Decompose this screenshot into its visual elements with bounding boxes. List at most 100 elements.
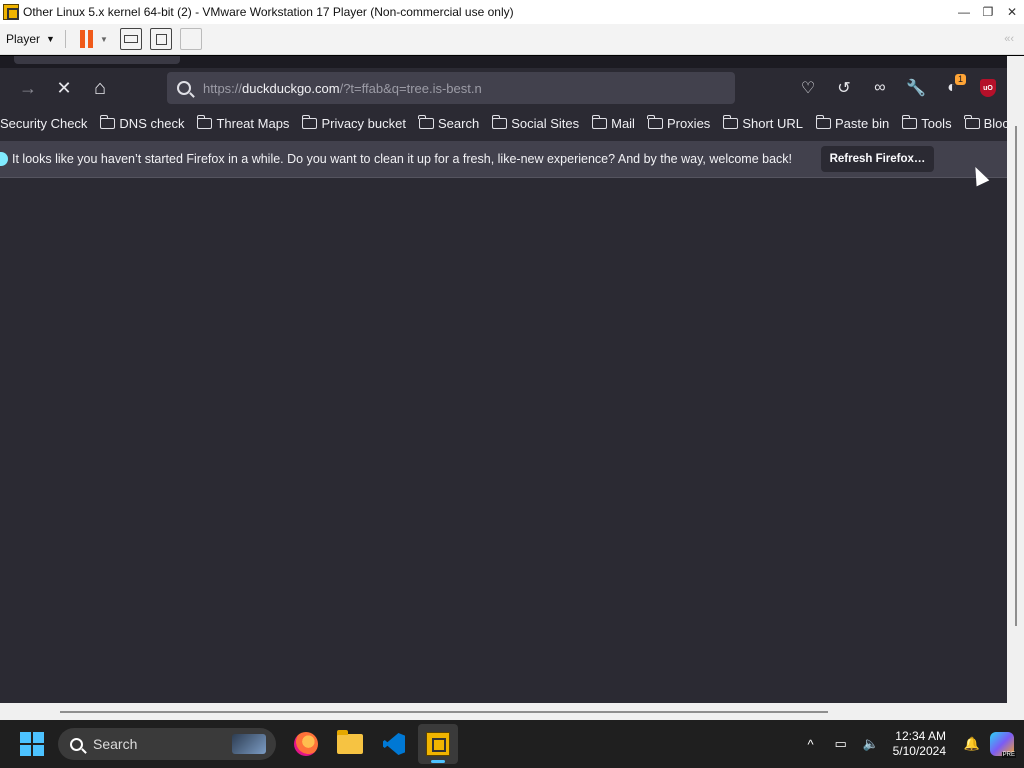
clock-time: 12:34 AM	[895, 729, 946, 743]
stop-button[interactable]: ✕	[48, 72, 80, 104]
info-icon	[0, 152, 8, 166]
bookmark-label: Blockchain	[983, 115, 1007, 131]
restore-button[interactable]: ❐	[976, 0, 1000, 24]
taskbar-search[interactable]: Search	[58, 728, 276, 760]
taskbar-firefox[interactable]	[286, 724, 326, 764]
bookmark-folder-social-sites[interactable]: Social Sites	[491, 114, 580, 131]
close-button[interactable]: ✕	[1000, 0, 1024, 24]
show-hidden-icons-chevron-icon[interactable]: ^	[797, 730, 825, 758]
display-icon[interactable]: ▭	[827, 730, 855, 758]
collapse-toolbar-icon[interactable]: «‹	[1004, 33, 1014, 45]
search-highlight-icon	[232, 734, 266, 754]
home-button[interactable]: ⌂	[84, 72, 116, 104]
folder-icon	[815, 114, 832, 129]
bookmark-label: Security Check	[0, 115, 88, 131]
taskbar-vmware[interactable]	[418, 724, 458, 764]
bookmark-folder-blockchain[interactable]: Blockchain	[964, 114, 1007, 131]
notification-message: It looks like you haven’t started Firefo…	[12, 152, 793, 166]
pause-icon[interactable]	[79, 30, 96, 48]
full-screen-icon[interactable]	[149, 28, 172, 50]
bookmark-label: Tools	[921, 115, 952, 131]
vmware-toolbar: Player ▼ ▼ «‹	[0, 24, 1024, 55]
toolbar-divider	[64, 30, 66, 48]
minimize-button[interactable]: —	[952, 0, 976, 24]
taskbar-vscode[interactable]	[374, 724, 414, 764]
horizontal-scrollbar[interactable]	[0, 703, 1007, 720]
power-options-chevron-icon[interactable]: ▼	[100, 35, 108, 44]
bookmark-label: Mail	[611, 115, 635, 131]
bookmark-label: Paste bin	[835, 115, 890, 131]
forward-button[interactable]: →	[12, 72, 44, 104]
vertical-scrollbar-thumb[interactable]	[1015, 126, 1017, 626]
bookmark-label: Social Sites	[511, 115, 580, 131]
toolbar-extensions: ♡ ↺ ∞ 🔧 ◐ 1 uO	[790, 68, 1006, 108]
horizontal-scrollbar-thumb[interactable]	[60, 711, 828, 713]
taskbar-file-explorer[interactable]	[330, 724, 370, 764]
folder-icon	[901, 114, 918, 129]
bookmark-folder-mail[interactable]: Mail	[591, 114, 635, 131]
vmware-titlebar: Other Linux 5.x kernel 64-bit (2) - VMwa…	[0, 0, 1024, 24]
pocket-icon[interactable]: ♡	[790, 72, 826, 104]
taskbar-search-label: Search	[93, 736, 138, 752]
vm-guest-display[interactable]: → ✕ ⌂ https://duckduckgo.com/?t=ffab&q=t…	[0, 56, 1024, 720]
history-icon[interactable]: ↺	[826, 72, 862, 104]
copilot-icon[interactable]: PRE	[990, 732, 1016, 758]
clock-date: 5/10/2024	[892, 744, 946, 758]
taskbar-clock[interactable]: 12:34 AM 5/10/2024	[893, 729, 946, 759]
private-browsing-icon[interactable]: ∞	[862, 72, 898, 104]
firefox-icon	[294, 732, 318, 756]
system-tray: ^ ▭ 🔈 12:34 AM 5/10/2024 🔔 PRE	[795, 720, 1024, 768]
bookmark-folder-tools[interactable]: Tools	[901, 114, 952, 131]
bookmark-label: Threat Maps	[216, 115, 290, 131]
tools-icon[interactable]: 🔧	[898, 72, 934, 104]
folder-icon	[418, 114, 434, 129]
bookmark-folder-dns-check[interactable]: DNS check	[99, 114, 185, 131]
browser-tab[interactable]	[14, 56, 180, 64]
tab-strip	[0, 56, 1007, 68]
ublock-origin-button[interactable]: uO	[970, 72, 1006, 104]
bookmark-security-check[interactable]: Security Check	[0, 116, 87, 131]
windows-taskbar: Search ^ ▭ 🔈 12:34 AM 5/10/2024 🔔 PRE	[0, 720, 1024, 768]
page-content[interactable]	[0, 179, 1007, 703]
window-title: Other Linux 5.x kernel 64-bit (2) - VMwa…	[23, 5, 514, 19]
vertical-scrollbar[interactable]	[1007, 56, 1024, 720]
bookmark-folder-search[interactable]: Search	[418, 114, 480, 131]
url-path: /?t=ffab&q=tree.is-best.n	[339, 80, 482, 96]
bookmark-label: DNS check	[119, 115, 185, 131]
extension-icon[interactable]: ◐ 1	[934, 72, 970, 104]
player-menu-label: Player	[6, 32, 41, 46]
vmware-icon	[426, 732, 450, 756]
chevron-down-icon: ▼	[46, 34, 55, 44]
url-scheme: https://	[203, 80, 243, 96]
file-explorer-icon	[337, 730, 363, 754]
vscode-icon	[383, 733, 405, 755]
bookmarks-toolbar: Security Check DNS check Threat Maps Pri…	[0, 110, 1007, 136]
search-icon	[177, 81, 191, 95]
bookmark-label: Short URL	[742, 115, 804, 131]
bookmark-label: Search	[437, 115, 480, 131]
removable-devices-icon[interactable]	[119, 28, 142, 50]
bookmark-folder-proxies[interactable]: Proxies	[647, 114, 711, 131]
start-button[interactable]	[12, 724, 52, 764]
folder-icon	[196, 114, 213, 129]
bookmark-folder-threat-maps[interactable]: Threat Maps	[196, 114, 290, 131]
bookmark-label: Proxies	[666, 115, 711, 131]
url-bar[interactable]: https://duckduckgo.com/?t=ffab&q=tree.is…	[167, 72, 735, 104]
folder-icon	[591, 114, 608, 129]
folder-icon	[99, 114, 116, 129]
folder-icon	[301, 114, 318, 129]
refresh-firefox-button[interactable]: Refresh Firefox…	[821, 146, 934, 172]
vmware-logo-icon	[3, 4, 19, 20]
bookmark-folder-short-url[interactable]: Short URL	[722, 114, 804, 131]
bookmark-folder-paste-bin[interactable]: Paste bin	[815, 114, 890, 131]
refresh-firefox-notification: It looks like you haven’t started Firefo…	[0, 141, 1007, 178]
bookmark-folder-privacy-bucket[interactable]: Privacy bucket	[301, 114, 406, 131]
player-menu[interactable]: Player ▼	[0, 24, 61, 54]
navigation-toolbar: → ✕ ⌂ https://duckduckgo.com/?t=ffab&q=t…	[0, 68, 1007, 108]
notification-bell-icon[interactable]: 🔔	[958, 730, 986, 758]
volume-muted-icon[interactable]: 🔈	[857, 730, 885, 758]
extension-badge: 1	[954, 74, 966, 85]
url-host: duckduckgo.com	[242, 80, 340, 96]
folder-icon	[722, 114, 739, 129]
bookmark-label: Privacy bucket	[321, 115, 406, 131]
